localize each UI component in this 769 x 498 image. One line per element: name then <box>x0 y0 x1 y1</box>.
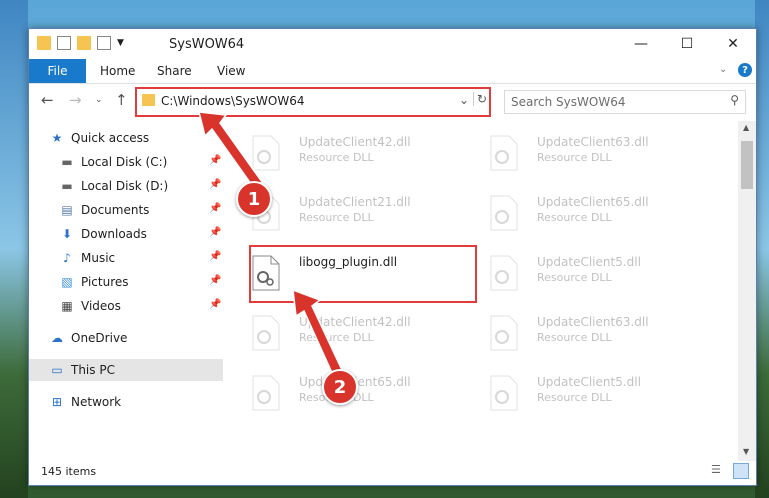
step-badge-1: 1 <box>236 181 272 217</box>
arrow-to-address-bar <box>198 111 264 190</box>
annotation-arrows <box>198 111 343 377</box>
arrow-to-file <box>292 288 343 377</box>
step-badge-2: 2 <box>322 369 358 405</box>
